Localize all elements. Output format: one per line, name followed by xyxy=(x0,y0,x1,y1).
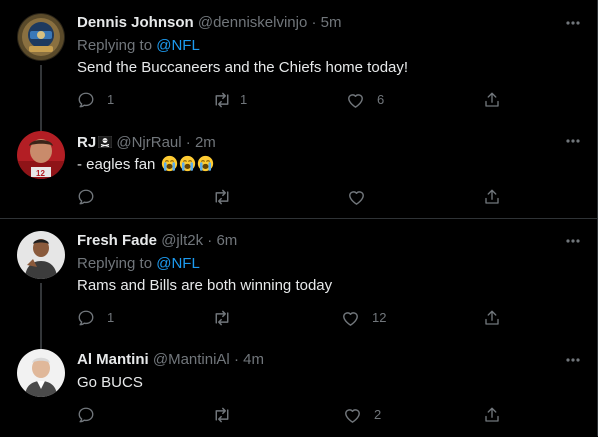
pirate-flag-icon xyxy=(97,134,113,149)
tweet-header: RJ @NjrRaul · 2m xyxy=(77,133,216,153)
separator-dot: · xyxy=(185,134,191,151)
share-button[interactable] xyxy=(483,405,501,425)
svg-text:12: 12 xyxy=(36,169,45,178)
loudly-crying-face-icon xyxy=(196,155,214,173)
reply-count: 1 xyxy=(107,92,115,107)
user-handle[interactable]: @denniskelvinjo xyxy=(198,14,307,31)
timestamp[interactable]: 5m xyxy=(321,14,342,31)
reply-count: 1 xyxy=(107,310,115,325)
replying-to-label: Replying to xyxy=(77,37,153,54)
tweet-actions xyxy=(77,187,507,207)
tweet-actions: 1 12 xyxy=(77,308,507,328)
tweet-text: Go BUCS xyxy=(77,374,143,391)
display-name[interactable]: Al Mantini xyxy=(77,351,149,368)
retweet-count: 1 xyxy=(240,92,248,107)
heart-icon xyxy=(343,312,358,326)
heart-icon xyxy=(348,94,363,108)
user-handle[interactable]: @NjrRaul xyxy=(116,134,181,151)
reply-button[interactable]: 1 xyxy=(77,308,114,328)
retweet-icon xyxy=(215,407,229,423)
tweet[interactable]: Al Mantini @MantiniAl · 4m Go BUCS 2 xyxy=(0,339,597,436)
loudly-crying-face-icon xyxy=(178,155,196,173)
tweet-text: Rams and Bills are both winning today xyxy=(77,277,333,294)
more-horizontal-icon xyxy=(566,358,580,362)
like-count: 12 xyxy=(372,310,387,325)
more-horizontal-icon xyxy=(566,21,580,25)
timestamp[interactable]: 6m xyxy=(216,232,237,249)
user-handle[interactable]: @jlt2k xyxy=(161,232,203,249)
tweet-header: Al Mantini @MantiniAl · 4m xyxy=(77,350,264,370)
retweet-button[interactable] xyxy=(212,187,244,207)
user-handle[interactable]: @MantiniAl xyxy=(153,351,230,368)
tweet-header: Fresh Fade @jlt2k · 6m xyxy=(77,231,237,251)
display-name[interactable]: Dennis Johnson xyxy=(77,14,194,31)
heart-icon xyxy=(345,409,360,423)
share-icon xyxy=(485,407,499,422)
timestamp[interactable]: 2m xyxy=(195,134,216,151)
retweet-button[interactable] xyxy=(212,308,244,328)
share-icon xyxy=(485,189,499,204)
separator-dot: · xyxy=(311,14,317,31)
like-count: 6 xyxy=(377,92,385,107)
share-icon xyxy=(485,310,499,325)
retweet-icon xyxy=(215,92,229,108)
tweet[interactable]: Fresh Fade @jlt2k · 6m Replying to @NFL … xyxy=(0,219,597,349)
reply-button[interactable] xyxy=(77,187,107,207)
reply-button[interactable]: 1 xyxy=(77,90,114,110)
share-button[interactable] xyxy=(483,90,501,110)
like-button[interactable]: 6 xyxy=(346,90,384,110)
reply-icon xyxy=(78,189,94,205)
avatar[interactable] xyxy=(17,13,65,61)
tweet[interactable]: Dennis Johnson @denniskelvinjo · 5m Repl… xyxy=(0,0,597,131)
more-options-button[interactable] xyxy=(563,135,583,147)
reply-icon xyxy=(78,92,94,108)
like-button[interactable]: 12 xyxy=(341,308,386,328)
share-icon xyxy=(485,92,499,107)
tweet-header: Dennis Johnson @denniskelvinjo · 5m xyxy=(77,13,342,33)
heart-icon xyxy=(349,191,364,205)
reply-icon xyxy=(78,310,94,326)
like-count: 2 xyxy=(374,407,382,422)
tweet-text: - eagles fan xyxy=(77,156,156,173)
more-options-button[interactable] xyxy=(563,17,583,29)
mention-link[interactable]: @NFL xyxy=(156,255,200,272)
mention-link[interactable]: @NFL xyxy=(156,37,200,54)
separator-dot: · xyxy=(207,232,213,249)
avatar[interactable]: 12 xyxy=(17,131,65,179)
like-button[interactable]: 2 xyxy=(343,405,381,425)
more-horizontal-icon xyxy=(566,239,580,243)
more-options-button[interactable] xyxy=(563,235,583,247)
replying-to: Replying to @NFL xyxy=(77,254,200,274)
avatar[interactable] xyxy=(17,349,65,397)
tweet-actions: 2 xyxy=(77,405,507,425)
share-button[interactable] xyxy=(483,187,501,207)
reply-button[interactable] xyxy=(77,405,107,425)
loudly-crying-face-icon xyxy=(160,155,178,173)
display-name[interactable]: Fresh Fade xyxy=(77,232,157,249)
tweet-text-row: - eagles fan xyxy=(77,155,214,175)
more-options-button[interactable] xyxy=(563,354,583,366)
timestamp[interactable]: 4m xyxy=(243,351,264,368)
reply-icon xyxy=(78,407,94,423)
share-button[interactable] xyxy=(483,308,501,328)
retweet-button[interactable] xyxy=(212,405,244,425)
more-horizontal-icon xyxy=(566,139,580,143)
display-name[interactable]: RJ xyxy=(77,134,96,151)
reply-thread: Dennis Johnson @denniskelvinjo · 5m Repl… xyxy=(0,0,598,436)
replying-to: Replying to @NFL xyxy=(77,36,200,56)
tweet-text: Send the Buccaneers and the Chiefs home … xyxy=(77,59,409,76)
avatar[interactable] xyxy=(17,231,65,279)
retweet-icon xyxy=(215,189,229,205)
replying-to-label: Replying to xyxy=(77,255,153,272)
retweet-button[interactable]: 1 xyxy=(212,90,247,110)
like-button[interactable] xyxy=(347,187,378,207)
tweet-actions: 1 1 6 xyxy=(77,90,507,110)
retweet-icon xyxy=(215,310,229,326)
separator-dot: · xyxy=(233,351,239,368)
tweet[interactable]: 12 RJ @NjrRaul · 2m - eagles fan xyxy=(0,122,597,218)
